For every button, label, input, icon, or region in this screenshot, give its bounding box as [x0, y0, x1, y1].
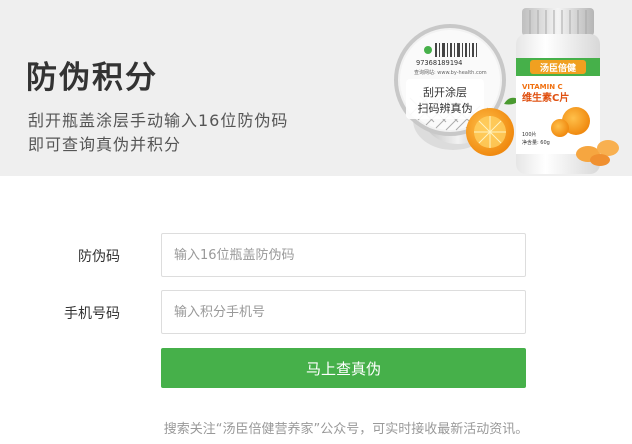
banner-instruction-line1: 刮开瓶盖涂层手动输入16位防伪码: [28, 111, 289, 130]
banner-instruction-line2: 即可查询真伪并积分: [28, 135, 182, 154]
phone-row: 手机号码: [0, 290, 632, 334]
scan-hint-text: 扫码辨真伪: [418, 101, 473, 115]
product-count-text: 100片: [522, 131, 537, 138]
code-input[interactable]: [161, 233, 526, 277]
serial-number-text: 97368189194: [416, 59, 462, 67]
product-image: 97368189194 查询网站: www.by-health.com 刮开涂层…: [394, 8, 619, 174]
code-label: 防伪码: [78, 249, 120, 265]
verify-button[interactable]: 马上查真伪: [161, 348, 526, 388]
phone-label: 手机号码: [64, 306, 120, 322]
product-net-text: 净含量: 60g: [522, 139, 550, 146]
green-dot-icon: [424, 46, 432, 54]
brand-logo-text: 汤臣倍健: [540, 62, 576, 74]
query-site-text: 查询网站: www.by-health.com: [414, 69, 487, 76]
product-name-en: VITAMIN C: [522, 83, 563, 91]
banner-title: 防伪积分: [26, 60, 158, 96]
promo-banner: 防伪积分 刮开瓶盖涂层手动输入16位防伪码 即可查询真伪并积分 97368189…: [0, 0, 632, 176]
code-row: 防伪码: [0, 233, 632, 277]
footer-note: 搜索关注“汤臣倍健营养家”公众号，可实时接收最新活动资讯。: [163, 422, 529, 437]
phone-input[interactable]: [161, 290, 526, 334]
product-name-cn: 维生素C片: [522, 91, 569, 104]
scratch-hint-text: 刮开涂层: [423, 85, 467, 99]
